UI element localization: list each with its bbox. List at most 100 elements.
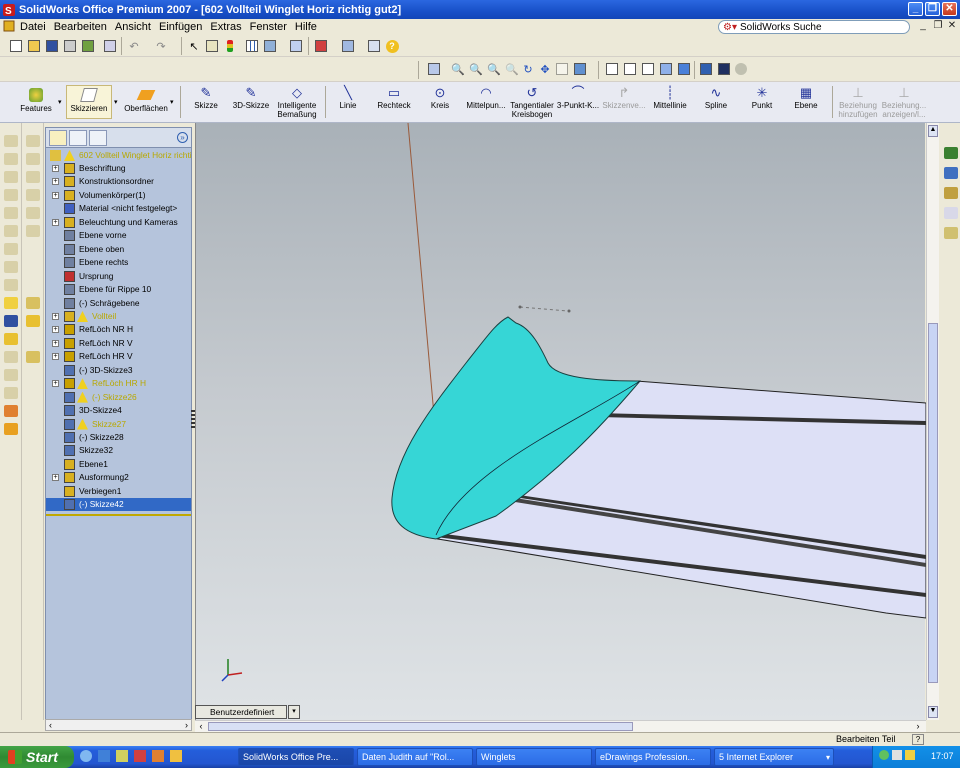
- expand-toggle-icon[interactable]: +: [52, 218, 59, 226]
- extrude-icon[interactable]: [4, 135, 18, 147]
- strip-trim-icon[interactable]: [26, 297, 40, 309]
- graphics-viewport[interactable]: [195, 122, 927, 720]
- view-orientation-icon[interactable]: [426, 61, 442, 77]
- mdi-close-button[interactable]: ✕: [946, 21, 958, 32]
- tree-item[interactable]: + Volumenkörper(1): [46, 189, 191, 202]
- task-winglets[interactable]: Winglets: [476, 748, 592, 766]
- rib-icon[interactable]: [4, 261, 18, 273]
- tab-property-manager[interactable]: [69, 130, 87, 146]
- task-internet-explorer[interactable]: 5 Internet Explorer ▾: [714, 748, 834, 766]
- cut-extrude-icon[interactable]: [4, 207, 18, 219]
- sweep-icon[interactable]: [4, 171, 18, 183]
- close-button[interactable]: ✕: [942, 2, 957, 16]
- tree-root[interactable]: 602 Vollteil Winglet Horiz richtig: [46, 149, 191, 162]
- scroll-thumb[interactable]: [928, 323, 938, 683]
- section-view-icon[interactable]: [698, 61, 714, 77]
- expand-toggle-icon[interactable]: +: [52, 312, 59, 320]
- tree-item[interactable]: Ursprung: [46, 270, 191, 283]
- sketch-fillet-strip-icon[interactable]: [4, 297, 18, 309]
- task-edrawings[interactable]: eDrawings Profession...: [595, 748, 711, 766]
- tree-item[interactable]: + RefLöch NR V: [46, 337, 191, 350]
- dimension-strip-icon[interactable]: [4, 315, 18, 327]
- tree-item[interactable]: + Beleuchtung und Kameras: [46, 216, 191, 229]
- rollback-bar[interactable]: [46, 513, 191, 516]
- tree-item[interactable]: + Beschriftung: [46, 162, 191, 175]
- mirror-icon[interactable]: [4, 369, 18, 381]
- zoom-selection-icon[interactable]: 🔍: [504, 61, 520, 77]
- menu-bearbeiten[interactable]: Bearbeiten: [50, 21, 111, 33]
- hscroll-thumb[interactable]: [208, 722, 633, 731]
- tree-item[interactable]: Ebene vorne: [46, 229, 191, 242]
- start-button[interactable]: Start: [0, 746, 74, 768]
- 3d-box-icon[interactable]: [313, 38, 329, 54]
- print-icon[interactable]: [62, 38, 78, 54]
- menu-extras[interactable]: Extras: [206, 21, 245, 33]
- minimize-button[interactable]: _: [908, 2, 923, 16]
- shaded-edges-icon[interactable]: [658, 61, 674, 77]
- zoom-area-icon[interactable]: 🔍: [468, 61, 484, 77]
- tab-configuration-manager[interactable]: [89, 130, 107, 146]
- scroll-right-arrow-icon[interactable]: ›: [185, 720, 188, 730]
- shadows-icon[interactable]: [716, 61, 732, 77]
- ie-icon[interactable]: [80, 750, 92, 762]
- tree-item[interactable]: + Vollteil: [46, 310, 191, 323]
- expand-arrows-icon[interactable]: »: [177, 132, 188, 143]
- shaded-icon[interactable]: [676, 61, 692, 77]
- tree-item[interactable]: Ebene für Rippe 10: [46, 283, 191, 296]
- smart-mates-icon[interactable]: [4, 333, 18, 345]
- tree-item[interactable]: Ebene1: [46, 458, 191, 471]
- draft-icon[interactable]: [4, 387, 18, 399]
- roll-icon[interactable]: [554, 61, 570, 77]
- open-icon[interactable]: [26, 38, 42, 54]
- select-icon[interactable]: ↖: [186, 38, 202, 54]
- task-solidworks[interactable]: SolidWorks Office Pre...: [238, 748, 354, 766]
- menu-fenster[interactable]: Fenster: [246, 21, 291, 33]
- traffic-light-icon[interactable]: [222, 38, 238, 54]
- tree-item[interactable]: Skizze27: [46, 418, 191, 431]
- rotate-icon[interactable]: ↻: [520, 61, 536, 77]
- zoom-fit-icon[interactable]: 🔍: [450, 61, 466, 77]
- smart-dimension-button[interactable]: ◇ Intelligente Bemaßung: [269, 84, 325, 119]
- expand-toggle-icon[interactable]: +: [52, 380, 59, 388]
- strip-circle-icon[interactable]: [26, 189, 40, 201]
- volume-icon[interactable]: [892, 750, 902, 760]
- expand-toggle-icon[interactable]: +: [52, 178, 59, 186]
- expand-toggle-icon[interactable]: +: [52, 191, 59, 199]
- expand-toggle-icon[interactable]: +: [52, 165, 59, 172]
- document-icon[interactable]: [0, 20, 16, 35]
- plane-button[interactable]: ▦ Ebene: [778, 84, 834, 110]
- realview-icon[interactable]: [733, 61, 749, 77]
- undo-icon[interactable]: ↶: [126, 38, 142, 54]
- restore-button[interactable]: ❐: [925, 2, 940, 16]
- pan-icon[interactable]: ✥: [537, 61, 553, 77]
- view-tab-arrow-icon[interactable]: ▾: [288, 705, 300, 719]
- scroll-up-arrow-icon[interactable]: ▲: [928, 125, 938, 137]
- standard-views-icon[interactable]: [572, 61, 588, 77]
- tree-item[interactable]: Ebene rechts: [46, 256, 191, 269]
- model-canvas[interactable]: [196, 122, 927, 720]
- menu-ansicht[interactable]: Ansicht: [111, 21, 155, 33]
- chevron-down-icon[interactable]: ▾: [58, 98, 62, 106]
- expand-toggle-icon[interactable]: +: [52, 326, 59, 334]
- menu-hilfe[interactable]: Hilfe: [291, 21, 321, 33]
- display-relation-button[interactable]: ⊥ Beziehung... anzeigen/l...: [876, 84, 932, 119]
- tree-item[interactable]: Verbiegen1: [46, 485, 191, 498]
- status-help-icon[interactable]: ?: [912, 734, 924, 745]
- rebuild-icon[interactable]: [80, 38, 96, 54]
- search-pane-icon[interactable]: [944, 207, 958, 219]
- viewport-vertical-scrollbar[interactable]: ▲ ▼: [926, 123, 939, 720]
- linear-pattern-icon[interactable]: [4, 351, 18, 363]
- tree-item[interactable]: Skizze32: [46, 444, 191, 457]
- chamfer-icon[interactable]: [4, 243, 18, 255]
- firefox-icon[interactable]: [152, 750, 164, 762]
- hidden-lines-visible-icon[interactable]: [622, 61, 638, 77]
- select-filter-icon[interactable]: [204, 38, 220, 54]
- tree-horizontal-scrollbar[interactable]: ‹ ›: [45, 719, 192, 731]
- security-icon[interactable]: [905, 750, 915, 760]
- scroll-left-arrow-icon[interactable]: ‹: [49, 720, 52, 730]
- tab-skizzieren[interactable]: Skizzieren: [66, 85, 112, 119]
- solidworks-quick-icon[interactable]: [134, 750, 146, 762]
- revolve-icon[interactable]: [4, 153, 18, 165]
- shell-icon[interactable]: [4, 279, 18, 291]
- tree-item[interactable]: + RefLöch HR H: [46, 377, 191, 390]
